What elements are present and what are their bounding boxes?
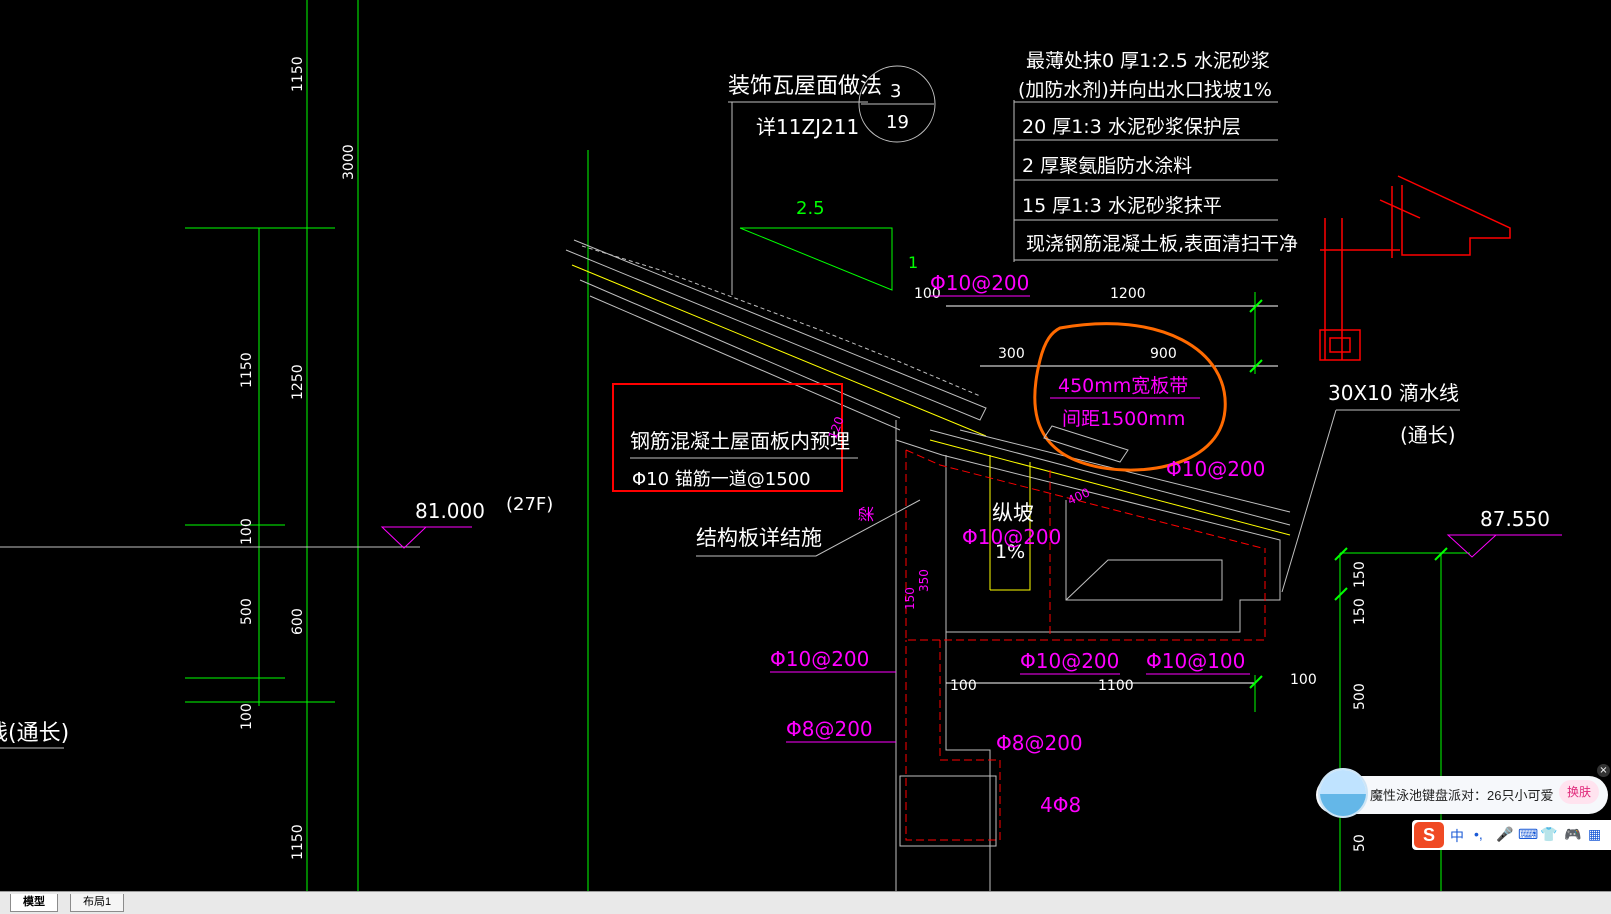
elevation-right: 87.550 xyxy=(1446,507,1562,558)
top-dimensions: 1200 300 900 100 100 1100 100 xyxy=(914,286,1317,694)
rebar-r5: Φ10@100 xyxy=(1146,649,1245,673)
dim-top-1200: 1200 xyxy=(1110,286,1146,302)
dim-bottom-100a: 100 xyxy=(950,678,977,694)
dim-bottom-1100: 1100 xyxy=(1098,678,1134,694)
wide-band-annotation: 450mm宽板带 间距1500mm xyxy=(1033,322,1227,472)
elevation-left-value: 81.000 xyxy=(415,499,485,523)
mini-detail-red xyxy=(1319,175,1511,361)
slope-value: 2.5 xyxy=(796,198,825,219)
anchor-note-line2: Φ10 锚筋一道@1500 xyxy=(632,469,811,490)
dim-left-inner-4: 100 xyxy=(239,703,255,730)
dim-right-150a: 150 xyxy=(1352,561,1368,588)
elevation-left: 81.000 (27F) xyxy=(380,494,553,549)
right-tick-marks xyxy=(1249,299,1448,689)
anchor-note-line1: 钢筋混凝土屋面板内预埋 xyxy=(630,429,850,453)
detail-index-top: 3 xyxy=(890,81,901,102)
tab-layout-1[interactable]: 布局1 xyxy=(70,894,125,912)
dim-small-400: 400 xyxy=(1065,485,1092,507)
dim-right-50: 50 xyxy=(1352,834,1368,852)
ornamental-tile-ref: 详11ZJ211 xyxy=(756,115,859,139)
floor-tag: (27F) xyxy=(506,494,553,515)
roof-layers-list: 最薄处抹0 厚1:2.5 水泥砂浆 (加防水剂)并向出水口找坡1% 20 厚1:… xyxy=(1013,50,1298,262)
layer-1: 最薄处抹0 厚1:2.5 水泥砂浆 xyxy=(1026,50,1270,72)
layer-2: (加防水剂)并向出水口找坡1% xyxy=(1018,79,1272,101)
ime-keyboard-icon[interactable]: ⌨ xyxy=(1518,826,1538,843)
drip-line-1: 30X10 滴水线 xyxy=(1328,381,1459,405)
left-dimension-text: 1150 3000 1150 1250 600 1150 100 500 100 xyxy=(239,56,357,860)
rebar-r9: 4Φ8 xyxy=(1040,793,1081,817)
elevation-right-value: 87.550 xyxy=(1480,507,1550,531)
rebar-r8: Φ8@200 xyxy=(996,731,1083,755)
ime-close-icon[interactable]: × xyxy=(1597,764,1610,777)
structure-note-callout: 结构板详结施 梁 xyxy=(696,499,921,557)
layer-5: 15 厚1:3 水泥砂浆抹平 xyxy=(1022,195,1222,217)
dim-left-outer-2: 3000 xyxy=(341,144,357,180)
drip-line-note: 30X10 滴水线 (通长) xyxy=(1281,381,1460,593)
ime-skin-icon[interactable]: 👕 xyxy=(1540,826,1557,843)
detail-index-bottom: 19 xyxy=(886,112,909,133)
rebar-r4: Φ10@200 xyxy=(1020,649,1119,673)
ornamental-tile-note: 装饰瓦屋面做法 xyxy=(728,74,882,99)
dim-left-mid-2: 600 xyxy=(290,608,306,635)
layer-3: 20 厚1:3 水泥砂浆保护层 xyxy=(1022,116,1241,138)
dim-left-mid-1: 1250 xyxy=(290,364,306,400)
rebar-r6: Φ10@200 xyxy=(770,647,869,671)
dim-left-inner-3: 500 xyxy=(239,598,255,625)
slope-one: 1 xyxy=(908,253,918,272)
cad-drawing-canvas[interactable]: 1150 3000 1150 1250 600 1150 100 500 100… xyxy=(0,0,1611,891)
structure-note: 结构板详结施 xyxy=(696,526,822,550)
rebar-r1: Φ10@200 xyxy=(930,271,1029,295)
ime-skin-button[interactable]: 换肤 xyxy=(1559,780,1599,804)
dim-left-inner-2: 100 xyxy=(239,518,255,545)
slope-indicator: 2.5 1 xyxy=(739,198,918,291)
layout-tab-bar: 模型 布局1 xyxy=(0,891,1611,914)
rebar-r7: Φ8@200 xyxy=(786,717,873,741)
dim-right-500: 500 xyxy=(1352,683,1368,710)
ime-punct-icon[interactable]: •, xyxy=(1474,826,1483,842)
tab-model[interactable]: 模型 xyxy=(10,894,58,912)
anchor-note-box: 钢筋混凝土屋面板内预埋 Φ10 锚筋一道@1500 xyxy=(612,383,858,492)
rebar-r3: Φ10@200 xyxy=(962,525,1061,549)
ime-game-icon[interactable]: 🎮 xyxy=(1564,826,1581,843)
gutter-label-text: 纵坡 xyxy=(992,501,1034,525)
dim-left-outer-1: 1150 xyxy=(290,56,306,92)
dim-bottom-100b: 100 xyxy=(1290,672,1317,688)
dim-small-150: 150 xyxy=(903,587,917,610)
dim-left-outer-3: 1150 xyxy=(290,824,306,860)
dim-top-300: 300 xyxy=(998,346,1025,362)
wide-band-1: 450mm宽板带 xyxy=(1058,375,1188,397)
ime-lang-toggle[interactable]: 中 xyxy=(1450,826,1464,846)
layer-4: 2 厚聚氨脂防水涂料 xyxy=(1022,155,1192,177)
drip-line-2: (通长) xyxy=(1400,423,1456,447)
dim-right-150b: 150 xyxy=(1352,598,1368,625)
sogou-logo-icon[interactable]: S xyxy=(1414,822,1444,848)
dim-top-900: 900 xyxy=(1150,346,1177,362)
layer-6: 现浇钢筋混凝土板,表面清扫干净 xyxy=(1026,233,1298,255)
ime-grid-icon[interactable]: ▦ xyxy=(1588,826,1601,843)
rebar-r2: Φ10@200 xyxy=(1166,457,1265,481)
tile-roof-callout: 装饰瓦屋面做法 详11ZJ211 3 19 xyxy=(728,65,936,295)
wide-band-2: 间距1500mm xyxy=(1062,408,1185,430)
ime-message[interactable]: 魔性泳池键盘派对：26只小可爱 xyxy=(1370,785,1553,804)
ime-mic-icon[interactable]: 🎤 xyxy=(1496,826,1513,843)
dim-left-inner-1: 1150 xyxy=(239,352,255,388)
ime-avatar[interactable] xyxy=(1318,768,1368,818)
dim-small-350: 350 xyxy=(917,569,931,592)
left-partial-note: 线(通长) xyxy=(0,721,69,746)
beam-label: 梁 xyxy=(857,506,876,522)
